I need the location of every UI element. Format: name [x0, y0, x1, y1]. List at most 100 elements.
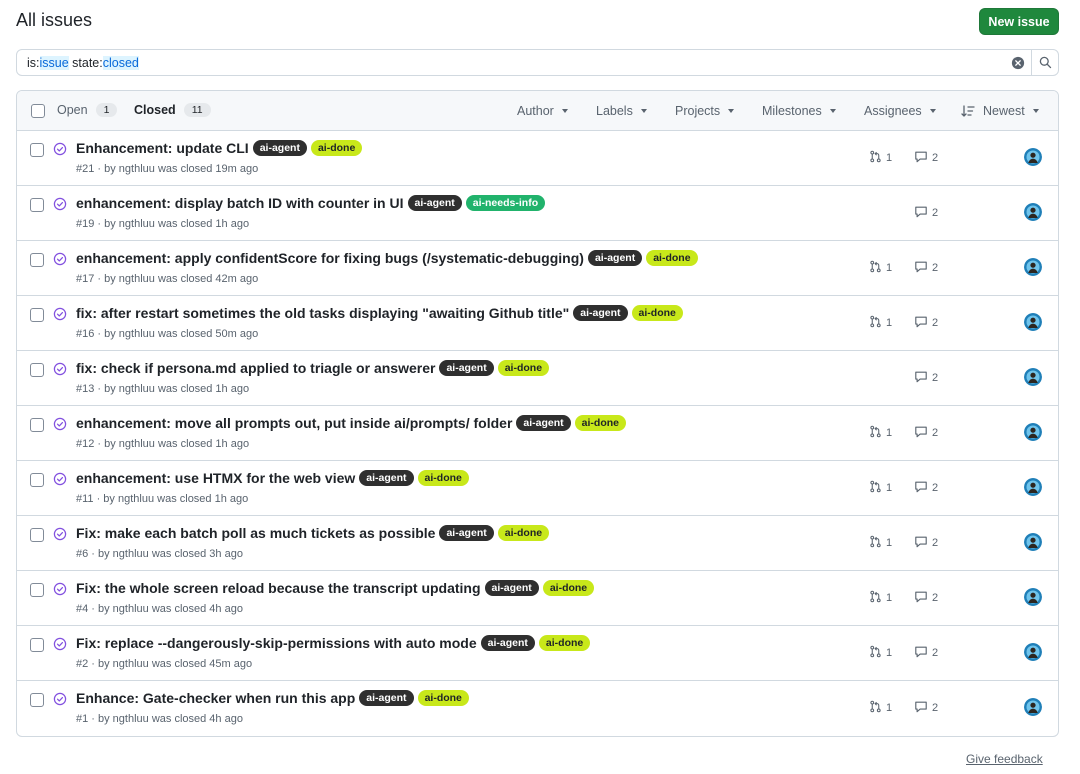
avatar[interactable]: [1024, 478, 1042, 496]
table-row[interactable]: enhancement: move all prompts out, put i…: [17, 406, 1058, 461]
avatar[interactable]: [1024, 423, 1042, 441]
linked-pr[interactable]: 1: [869, 150, 892, 166]
issue-title-link[interactable]: enhancement: move all prompts out, put i…: [76, 415, 512, 431]
avatar[interactable]: [1024, 258, 1042, 276]
sort-dropdown[interactable]: Newest: [961, 104, 1039, 118]
table-row[interactable]: fix: after restart sometimes the old tas…: [17, 296, 1058, 351]
label-ai-done[interactable]: ai-done: [538, 635, 591, 651]
table-row[interactable]: enhancement: use HTMX for the web view ai…: [17, 461, 1058, 516]
issue-checkbox[interactable]: [30, 473, 44, 487]
label-ai-agent[interactable]: ai-agent: [407, 195, 462, 211]
comments-link[interactable]: 2: [914, 315, 938, 331]
issue-title-link[interactable]: fix: check if persona.md applied to tria…: [76, 360, 435, 376]
linked-pr[interactable]: 1: [869, 700, 892, 716]
select-all-checkbox[interactable]: [31, 104, 45, 118]
avatar[interactable]: [1024, 643, 1042, 661]
issue-checkbox[interactable]: [30, 143, 44, 157]
comments-link[interactable]: 2: [914, 205, 938, 221]
issue-checkbox[interactable]: [30, 418, 44, 432]
label-ai-agent[interactable]: ai-agent: [573, 305, 628, 321]
avatar[interactable]: [1024, 148, 1042, 166]
label-ai-agent[interactable]: ai-agent: [439, 360, 494, 376]
label-ai-done[interactable]: ai-done: [497, 525, 550, 541]
issue-checkbox[interactable]: [30, 198, 44, 212]
search-button[interactable]: [1031, 50, 1058, 75]
comments-link[interactable]: 2: [914, 150, 938, 166]
issue-checkbox[interactable]: [30, 583, 44, 597]
label-ai-done[interactable]: ai-done: [542, 580, 595, 596]
table-row[interactable]: Enhance: Gate-checker when run this app a…: [17, 681, 1058, 736]
comments-link[interactable]: 2: [914, 645, 938, 661]
filter-milestones[interactable]: Milestones: [762, 104, 836, 118]
label-ai-agent[interactable]: ai-agent: [516, 415, 571, 431]
issue-checkbox[interactable]: [30, 308, 44, 322]
issue-title-link[interactable]: fix: after restart sometimes the old tas…: [76, 305, 569, 321]
linked-pr[interactable]: 1: [869, 590, 892, 606]
label-ai-agent[interactable]: ai-agent: [480, 635, 535, 651]
issue-checkbox[interactable]: [30, 253, 44, 267]
issue-title-link[interactable]: enhancement: display batch ID with count…: [76, 195, 404, 211]
label-ai-done[interactable]: ai-done: [574, 415, 626, 431]
table-row[interactable]: Fix: replace --dangerously-skip-permissi…: [17, 626, 1058, 681]
new-issue-button[interactable]: New issue: [979, 8, 1059, 35]
tab-closed[interactable]: Closed 11: [134, 103, 211, 117]
linked-pr[interactable]: 1: [869, 425, 892, 441]
linked-pr[interactable]: 1: [869, 260, 892, 276]
label-ai-done[interactable]: ai-done: [646, 250, 698, 266]
comments-link[interactable]: 2: [914, 480, 938, 496]
comments-link[interactable]: 2: [914, 425, 938, 441]
issue-title-link[interactable]: Fix: make each batch poll as much ticket…: [76, 525, 435, 541]
comments-link[interactable]: 2: [914, 700, 938, 716]
issue-checkbox[interactable]: [30, 638, 44, 652]
label-ai-done[interactable]: ai-done: [417, 690, 469, 706]
linked-pr[interactable]: 1: [869, 480, 892, 496]
issue-title-link[interactable]: Fix: replace --dangerously-skip-permissi…: [76, 635, 477, 651]
avatar[interactable]: [1024, 313, 1042, 331]
table-row[interactable]: Fix: make each batch poll as much ticket…: [17, 516, 1058, 571]
linked-pr[interactable]: 1: [869, 315, 892, 331]
clear-search-button[interactable]: [1005, 50, 1031, 75]
label-ai-agent[interactable]: ai-agent: [359, 690, 414, 706]
table-row[interactable]: Fix: the whole screen reload because the…: [17, 571, 1058, 626]
avatar[interactable]: [1024, 368, 1042, 386]
issue-title-link[interactable]: Enhance: Gate-checker when run this app: [76, 690, 355, 706]
table-row[interactable]: enhancement: apply confidentScore for fi…: [17, 241, 1058, 296]
comments-link[interactable]: 2: [914, 535, 938, 551]
filter-assignees[interactable]: Assignees: [864, 104, 936, 118]
search-input[interactable]: is:issue state:closed: [16, 49, 1059, 76]
label-ai-done[interactable]: ai-done: [417, 470, 469, 486]
label-ai-agent[interactable]: ai-agent: [484, 580, 539, 596]
comments-link[interactable]: 2: [914, 260, 938, 276]
filter-author[interactable]: Author: [517, 104, 568, 118]
table-row[interactable]: fix: check if persona.md applied to tria…: [17, 351, 1058, 406]
issue-title-link[interactable]: Enhancement: update CLI: [76, 140, 249, 156]
table-row[interactable]: Enhancement: update CLI ai-agent ai-done #2…: [17, 131, 1058, 186]
filter-projects[interactable]: Projects: [675, 104, 735, 118]
issue-checkbox[interactable]: [30, 363, 44, 377]
tab-open[interactable]: Open 1: [57, 103, 118, 117]
issue-title-link[interactable]: enhancement: apply confidentScore for fi…: [76, 250, 584, 266]
comments-link[interactable]: 2: [914, 590, 938, 606]
label-ai-agent[interactable]: ai-agent: [439, 525, 494, 541]
label-ai-done[interactable]: ai-done: [631, 305, 683, 321]
label-ai-done[interactable]: ai-done: [310, 140, 363, 156]
avatar[interactable]: [1024, 698, 1042, 716]
search-query[interactable]: is:issue state:closed: [17, 55, 1005, 70]
label-ai-agent[interactable]: ai-agent: [252, 140, 307, 156]
label-ai-agent[interactable]: ai-agent: [359, 470, 414, 486]
label-ai-agent[interactable]: ai-agent: [587, 250, 643, 266]
issue-checkbox[interactable]: [30, 693, 44, 707]
label-ai-needs-info[interactable]: ai-needs-info: [465, 195, 546, 211]
filter-labels[interactable]: Labels: [596, 104, 647, 118]
avatar[interactable]: [1024, 203, 1042, 221]
issue-checkbox[interactable]: [30, 528, 44, 542]
linked-pr[interactable]: 1: [869, 535, 892, 551]
avatar[interactable]: [1024, 533, 1042, 551]
issue-title-link[interactable]: Fix: the whole screen reload because the…: [76, 580, 481, 596]
comments-link[interactable]: 2: [914, 370, 938, 386]
give-feedback-link[interactable]: Give feedback: [966, 752, 1043, 766]
label-ai-done[interactable]: ai-done: [497, 360, 550, 376]
avatar[interactable]: [1024, 588, 1042, 606]
table-row[interactable]: enhancement: display batch ID with count…: [17, 186, 1058, 241]
issue-title-link[interactable]: enhancement: use HTMX for the web view: [76, 470, 355, 486]
